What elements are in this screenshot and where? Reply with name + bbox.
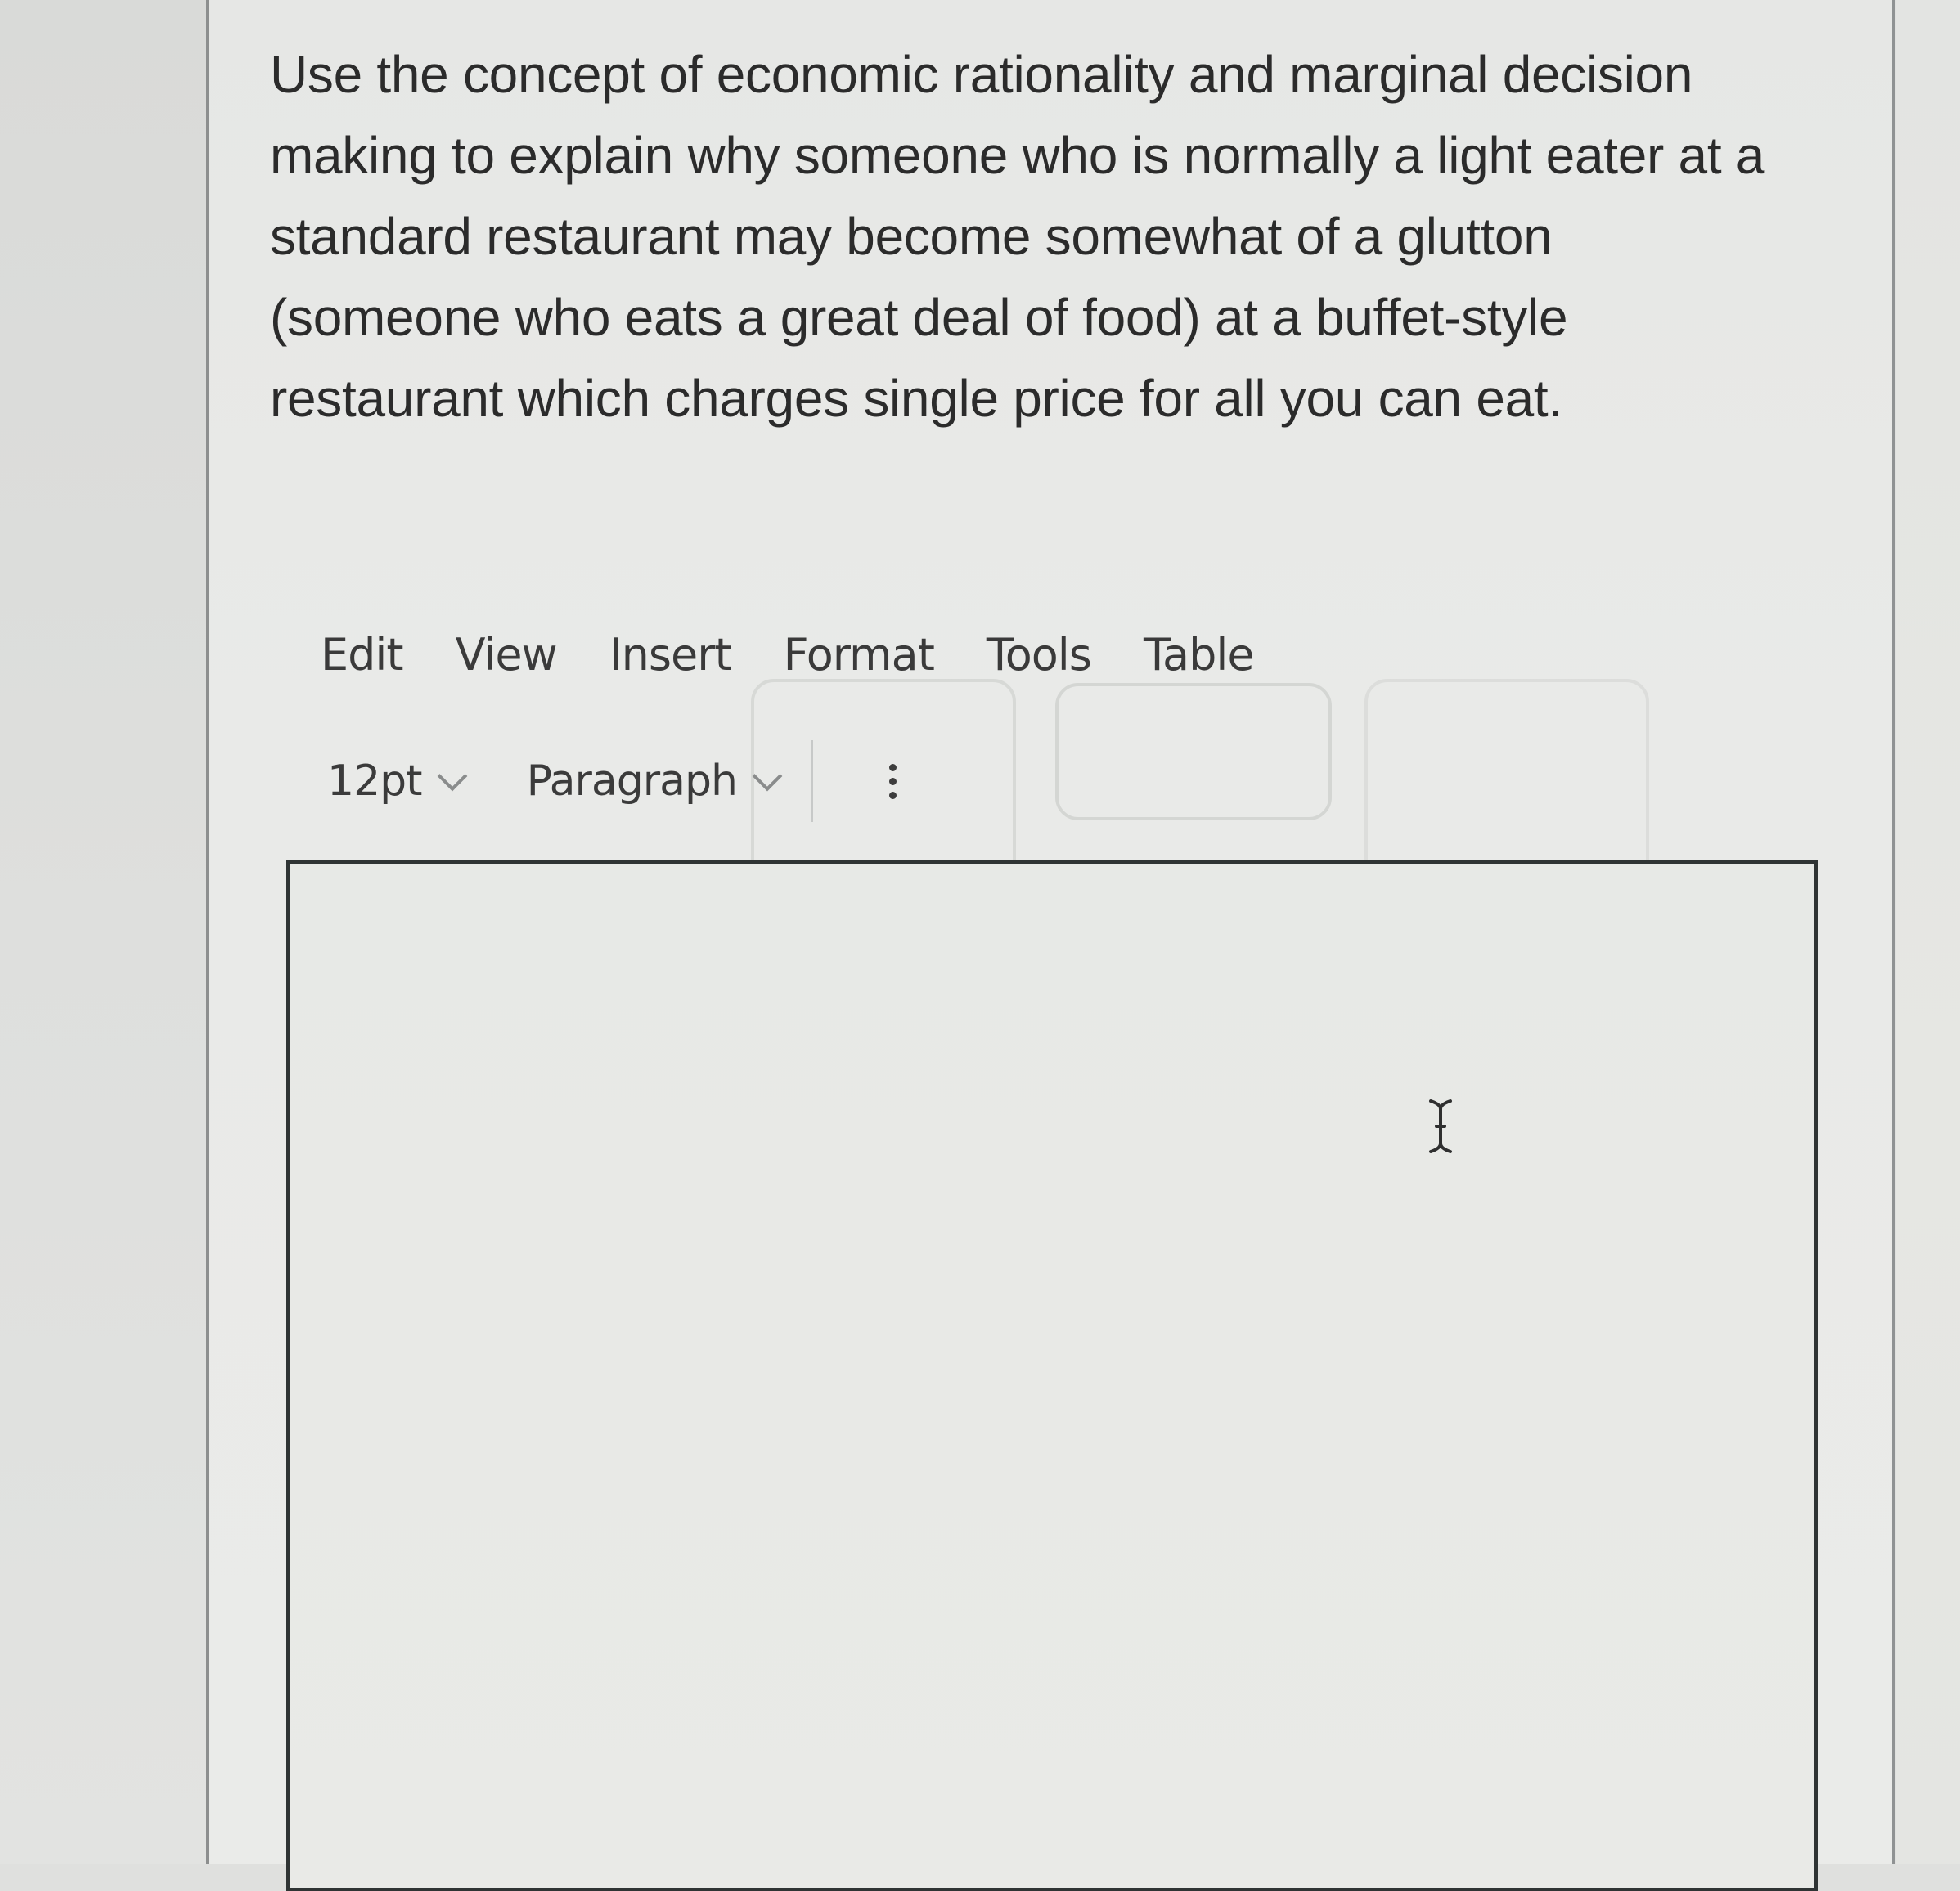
answer-text-editor[interactable]: [286, 860, 1818, 1891]
editor-menubar: Edit View Insert Format Tools Table: [321, 626, 1306, 683]
menu-table[interactable]: Table: [1144, 629, 1255, 680]
block-format-value: Paragraph: [526, 757, 738, 806]
menu-edit[interactable]: Edit: [321, 629, 404, 680]
vertical-ellipsis-dot: [889, 777, 897, 785]
question-line: Use the concept of economic rationality …: [270, 45, 1693, 104]
question-line: (someone who eats a great deal of food) …: [270, 288, 1568, 347]
editor-content[interactable]: [306, 880, 1798, 1871]
font-size-select[interactable]: 12pt: [327, 757, 467, 806]
chevron-down-icon: [437, 761, 467, 792]
ghost-reflection: [1055, 683, 1332, 820]
block-format-select[interactable]: Paragraph: [526, 757, 783, 806]
menu-view[interactable]: View: [456, 629, 558, 680]
editor-toolbar: 12pt Paragraph: [327, 740, 901, 822]
vertical-ellipsis-dot: [889, 791, 897, 799]
right-gutter: [1896, 0, 1960, 1864]
menu-insert[interactable]: Insert: [609, 629, 732, 680]
more-options-button[interactable]: [885, 752, 901, 810]
question-prompt: Use the concept of economic rationality …: [270, 34, 1873, 439]
vertical-ellipsis-icon: [889, 763, 897, 771]
question-line: making to explain why someone who is nor…: [270, 126, 1765, 185]
menu-tools[interactable]: Tools: [987, 629, 1092, 680]
left-gutter: [0, 0, 209, 1864]
menu-format[interactable]: Format: [784, 629, 935, 680]
toolbar-divider: [810, 740, 813, 822]
text-cursor-icon: [1429, 1099, 1452, 1153]
question-line: restaurant which charges single price fo…: [270, 369, 1562, 428]
chevron-down-icon: [752, 761, 783, 792]
font-size-value: 12pt: [327, 757, 423, 806]
question-line: standard restaurant may become somewhat …: [270, 207, 1553, 266]
